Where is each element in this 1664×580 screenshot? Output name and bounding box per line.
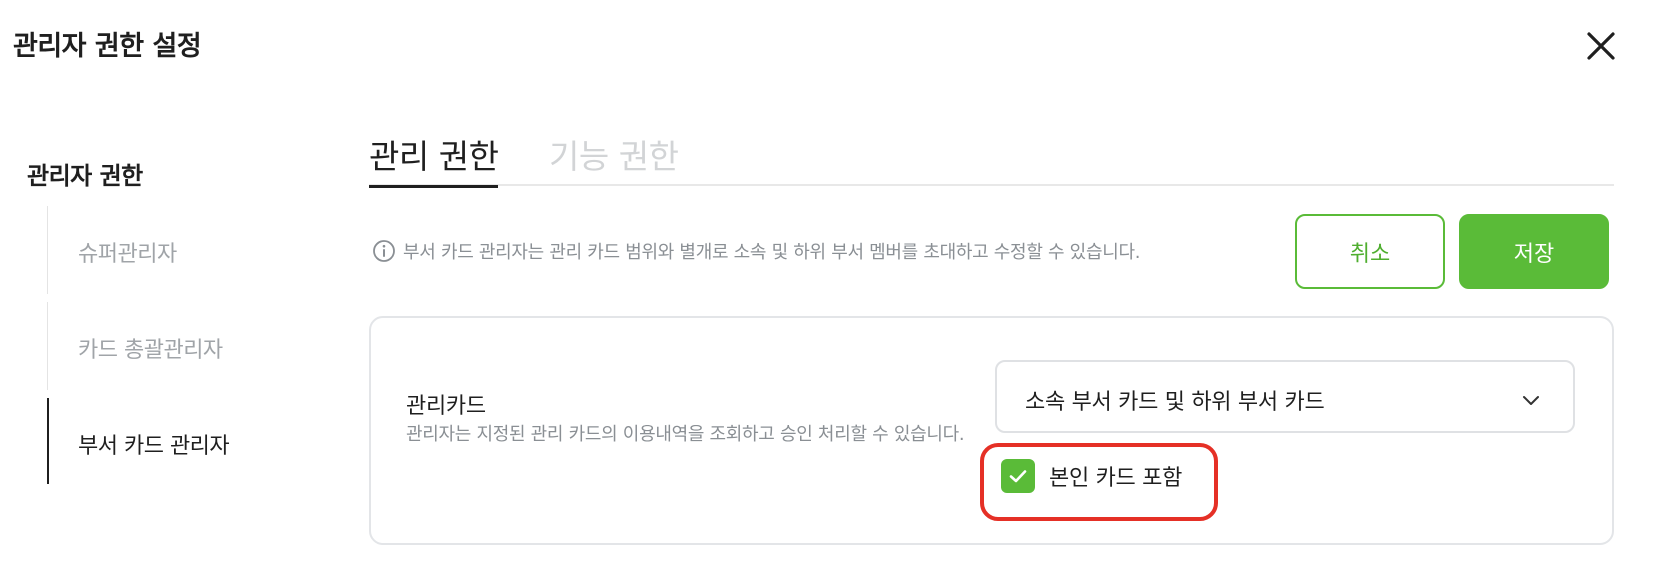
sidebar-item-label: 카드 총괄관리자: [78, 338, 223, 363]
checkbox-label: 본인 카드 포함: [1049, 466, 1183, 491]
sidebar-heading: 관리자 권한: [27, 162, 143, 190]
tab-function-permission[interactable]: 기능 권한: [549, 130, 679, 188]
check-icon: [1009, 470, 1027, 483]
info-icon: [372, 239, 396, 263]
managed-card-select[interactable]: 소속 부서 카드 및 하위 부서 카드: [995, 360, 1575, 433]
info-notice: 부서 카드 관리자는 관리 카드 범위와 별개로 소속 및 하위 부서 멤버를 …: [372, 238, 1140, 264]
chevron-down-icon: [1519, 388, 1543, 412]
permission-card: 관리카드 관리자는 지정된 관리 카드의 이용내역을 조회하고 승인 처리할 수…: [369, 316, 1614, 545]
tab-management-permission[interactable]: 관리 권한: [369, 130, 499, 188]
save-button[interactable]: 저장: [1459, 214, 1609, 289]
cancel-button[interactable]: 취소: [1295, 214, 1445, 289]
close-icon: [1587, 32, 1615, 60]
sidebar-item-dept-card-admin[interactable]: 부서 카드 관리자: [47, 398, 297, 484]
modal-title: 관리자 권한 설정: [13, 31, 202, 62]
field-label: 관리카드: [406, 394, 486, 419]
sidebar-item-super-admin[interactable]: 슈퍼관리자: [47, 206, 297, 294]
close-button[interactable]: [1583, 28, 1619, 64]
include-own-card-checkbox[interactable]: [1001, 459, 1035, 493]
info-text: 부서 카드 관리자는 관리 카드 범위와 별개로 소속 및 하위 부서 멤버를 …: [403, 242, 1141, 263]
sidebar-item-label: 슈퍼관리자: [78, 242, 177, 267]
tab-bar: 관리 권한 기능 권한: [369, 126, 1614, 188]
field-description: 관리자는 지정된 관리 카드의 이용내역을 조회하고 승인 처리할 수 있습니다…: [406, 424, 965, 445]
sidebar-item-card-general-admin[interactable]: 카드 총괄관리자: [47, 302, 297, 390]
include-own-card-checkbox-row[interactable]: 본인 카드 포함: [1001, 459, 1182, 493]
select-value: 소속 부서 카드 및 하위 부서 카드: [1025, 390, 1325, 415]
sidebar-item-label: 부서 카드 관리자: [78, 434, 230, 459]
